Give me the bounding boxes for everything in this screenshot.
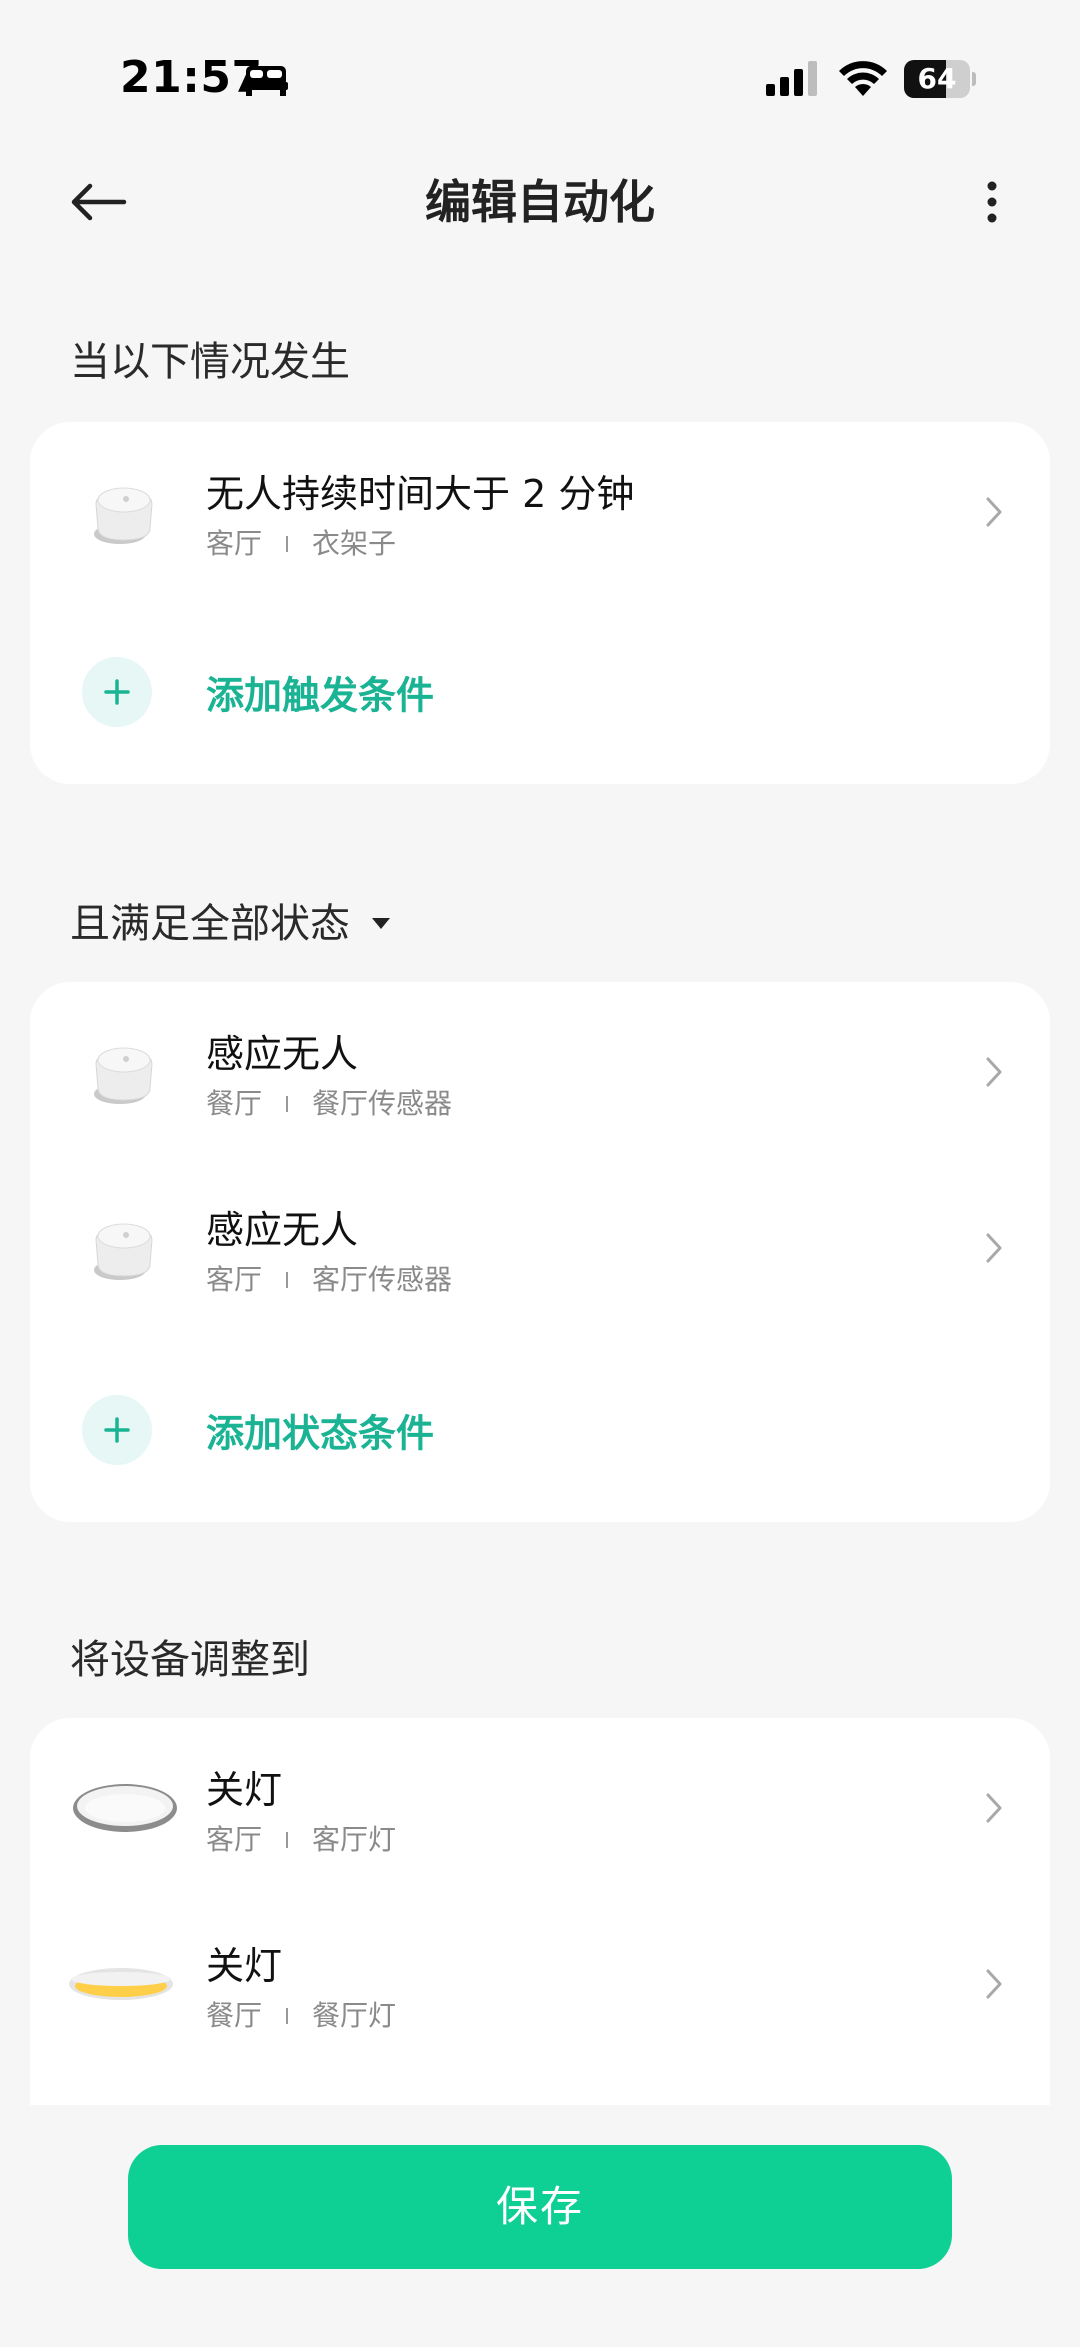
- action-title: 关灯: [206, 1768, 283, 1812]
- trigger-row[interactable]: 无人持续时间大于 2 分钟 客厅 衣架子: [30, 424, 1050, 600]
- action-section-title: 将设备调整到: [70, 1637, 310, 1683]
- trigger-subtitle: 客厅 衣架子: [206, 524, 396, 564]
- room-label: 餐厅: [206, 1087, 263, 1120]
- device-label: 客厅传感器: [312, 1263, 453, 1296]
- plus-icon: [82, 657, 152, 727]
- wifi-icon: [839, 61, 887, 96]
- more-vertical-icon: [987, 181, 997, 223]
- save-button[interactable]: 保存: [128, 2145, 952, 2269]
- caret-down-icon: [372, 917, 390, 929]
- condition-title: 感应无人: [206, 1208, 359, 1252]
- chevron-right-icon: [986, 1233, 1002, 1263]
- action-subtitle: 餐厅 餐厅灯: [206, 1996, 396, 2036]
- battery-indicator: 64: [904, 60, 976, 98]
- add-trigger-button[interactable]: 添加触发条件: [30, 632, 1050, 752]
- action-row[interactable]: 关灯 餐厅 餐厅灯: [30, 1896, 1050, 2072]
- sensor-icon: [94, 487, 153, 544]
- action-title: 关灯: [206, 1944, 283, 1988]
- ceiling-light-icon: [73, 1784, 177, 1832]
- status-bar: 21:57 64: [0, 0, 1080, 160]
- chevron-right-icon: [986, 1057, 1002, 1087]
- device-label: 餐厅灯: [312, 1999, 397, 2032]
- footer-bar: 保存: [0, 2105, 1080, 2347]
- chevron-right-icon: [986, 1969, 1002, 1999]
- room-label: 客厅: [206, 527, 263, 560]
- condition-row[interactable]: 感应无人 客厅 客厅传感器: [30, 1160, 1050, 1336]
- ceiling-light-warm-icon: [69, 1968, 173, 2000]
- separator: [286, 1096, 289, 1112]
- cellular-signal-icon: [766, 61, 817, 96]
- page-title: 编辑自动化: [425, 175, 655, 229]
- battery-level: 64: [917, 62, 957, 95]
- condition-subtitle: 餐厅 餐厅传感器: [206, 1084, 452, 1124]
- separator: [286, 2008, 289, 2024]
- room-label: 餐厅: [206, 1999, 263, 2032]
- separator: [286, 536, 289, 552]
- trigger-title: 无人持续时间大于 2 分钟: [206, 472, 635, 516]
- plus-icon: [82, 1395, 152, 1465]
- more-options-button[interactable]: [960, 170, 1024, 234]
- action-subtitle: 客厅 客厅灯: [206, 1820, 396, 1860]
- condition-subtitle: 客厅 客厅传感器: [206, 1260, 452, 1300]
- bed-icon: [244, 66, 288, 96]
- add-condition-label: 添加状态条件: [206, 1411, 435, 1456]
- separator: [286, 1832, 289, 1848]
- sensor-icon: [94, 1223, 153, 1280]
- condition-card: 感应无人 餐厅 餐厅传感器 感应无人 客厅 客厅传感器 添加状态条件: [30, 982, 1050, 1522]
- chevron-right-icon: [986, 497, 1002, 527]
- action-card: 关灯 客厅 客厅灯 关灯 餐厅 餐厅灯: [30, 1718, 1050, 2138]
- device-label: 客厅灯: [312, 1823, 397, 1856]
- add-condition-button[interactable]: 添加状态条件: [30, 1370, 1050, 1490]
- add-trigger-label: 添加触发条件: [206, 673, 435, 718]
- condition-title: 感应无人: [206, 1032, 359, 1076]
- condition-row[interactable]: 感应无人 餐厅 餐厅传感器: [30, 984, 1050, 1160]
- separator: [286, 1272, 289, 1288]
- condition-mode-label: 且满足全部状态: [70, 901, 350, 947]
- condition-section-title[interactable]: 且满足全部状态: [70, 896, 390, 952]
- trigger-section-title: 当以下情况发生: [70, 339, 350, 385]
- sensor-icon: [94, 1047, 153, 1104]
- status-time: 21:57: [120, 52, 263, 103]
- trigger-card: 无人持续时间大于 2 分钟 客厅 衣架子 添加触发条件: [30, 422, 1050, 784]
- room-label: 客厅: [206, 1263, 263, 1296]
- device-label: 餐厅传感器: [312, 1087, 453, 1120]
- action-row[interactable]: 关灯 客厅 客厅灯: [30, 1720, 1050, 1896]
- device-label: 衣架子: [312, 527, 397, 560]
- room-label: 客厅: [206, 1823, 263, 1856]
- chevron-right-icon: [986, 1793, 1002, 1823]
